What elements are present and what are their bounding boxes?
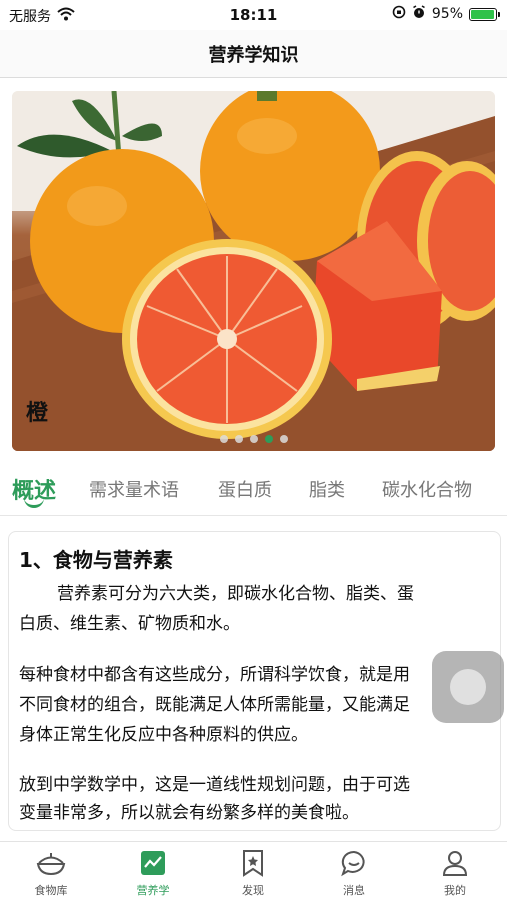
status-right: 95% <box>392 5 500 23</box>
battery-level <box>471 9 494 19</box>
tabbar-label: 营养学 <box>136 884 170 897</box>
carousel-dot[interactable] <box>249 435 258 443</box>
article-line: 放到中学数学中，这是一道线性规划问题，由于可选 <box>19 775 410 795</box>
orange-illustration <box>12 91 495 451</box>
tabbar-item-profile[interactable]: 我的 <box>420 848 490 898</box>
tabbar-item-nutrition[interactable]: 营养学 <box>118 848 188 898</box>
status-bar: 无服务 18:11 95% <box>0 0 507 30</box>
orientation-lock-icon <box>392 5 406 23</box>
carousel-dot[interactable] <box>279 435 288 443</box>
banner-carousel[interactable]: 橙 <box>12 91 495 451</box>
article-line: 不同食材的组合，既能满足人体所需能量，又能满足 <box>19 695 410 715</box>
article-line: 身体正常生化反应中各种原料的供应。 <box>19 725 308 745</box>
nav-bar: 营养学知识 <box>0 30 507 78</box>
tab-protein[interactable]: 蛋白质 <box>218 476 272 502</box>
tabbar-label: 发现 <box>242 884 264 897</box>
tabbar-item-messages[interactable]: 消息 <box>319 848 389 898</box>
article-line: 变量非常多，所以就会有纷繁多样的美食啦。 <box>19 803 359 823</box>
carousel-dots[interactable] <box>12 435 495 443</box>
tab-lipids[interactable]: 脂类 <box>309 476 345 502</box>
article-line: 白质、维生素、矿物质和水。 <box>19 614 240 634</box>
article-line: 每种食材中都含有这些成分，所谓科学饮食，就是用 <box>19 665 410 685</box>
tab-requirement-terms[interactable]: 需求量术语 <box>89 476 179 502</box>
bottom-tab-bar: 食物库 营养学 发现 消息 我的 <box>0 841 507 900</box>
chat-bubble-icon <box>319 848 389 878</box>
category-tabs: 概述 需求量术语 蛋白质 脂类 碳水化合物 <box>0 462 507 516</box>
tabbar-label: 消息 <box>343 884 365 897</box>
battery-percent: 95% <box>431 6 463 22</box>
carousel-dot[interactable] <box>234 435 243 443</box>
tabbar-item-food-library[interactable]: 食物库 <box>16 848 86 898</box>
article-card: 1、食物与营养素 营养素可分为六大类，即碳水化合物、脂类、蛋 白质、维生素、矿物… <box>8 531 501 831</box>
tabbar-label: 我的 <box>444 884 466 897</box>
page-title: 营养学知识 <box>208 45 299 66</box>
tabbar-item-discover[interactable]: 发现 <box>218 848 288 898</box>
tab-carbohydrates[interactable]: 碳水化合物 <box>382 476 472 502</box>
bookmark-star-icon <box>218 848 288 878</box>
article-title: 1、食物与营养素 <box>19 548 173 572</box>
article-line: 营养素可分为六大类，即碳水化合物、脂类、蛋 <box>57 584 414 604</box>
chart-icon <box>118 848 188 878</box>
battery-icon <box>469 7 500 21</box>
assistive-touch-knob <box>450 669 486 705</box>
tabbar-label: 食物库 <box>34 884 68 897</box>
assistive-touch-button[interactable] <box>432 651 504 723</box>
carousel-dot[interactable] <box>264 435 273 443</box>
carousel-dot[interactable] <box>219 435 228 443</box>
food-bowl-icon <box>16 848 86 878</box>
banner-caption: 橙 <box>26 401 49 426</box>
alarm-icon <box>412 5 426 23</box>
person-icon <box>420 848 490 878</box>
